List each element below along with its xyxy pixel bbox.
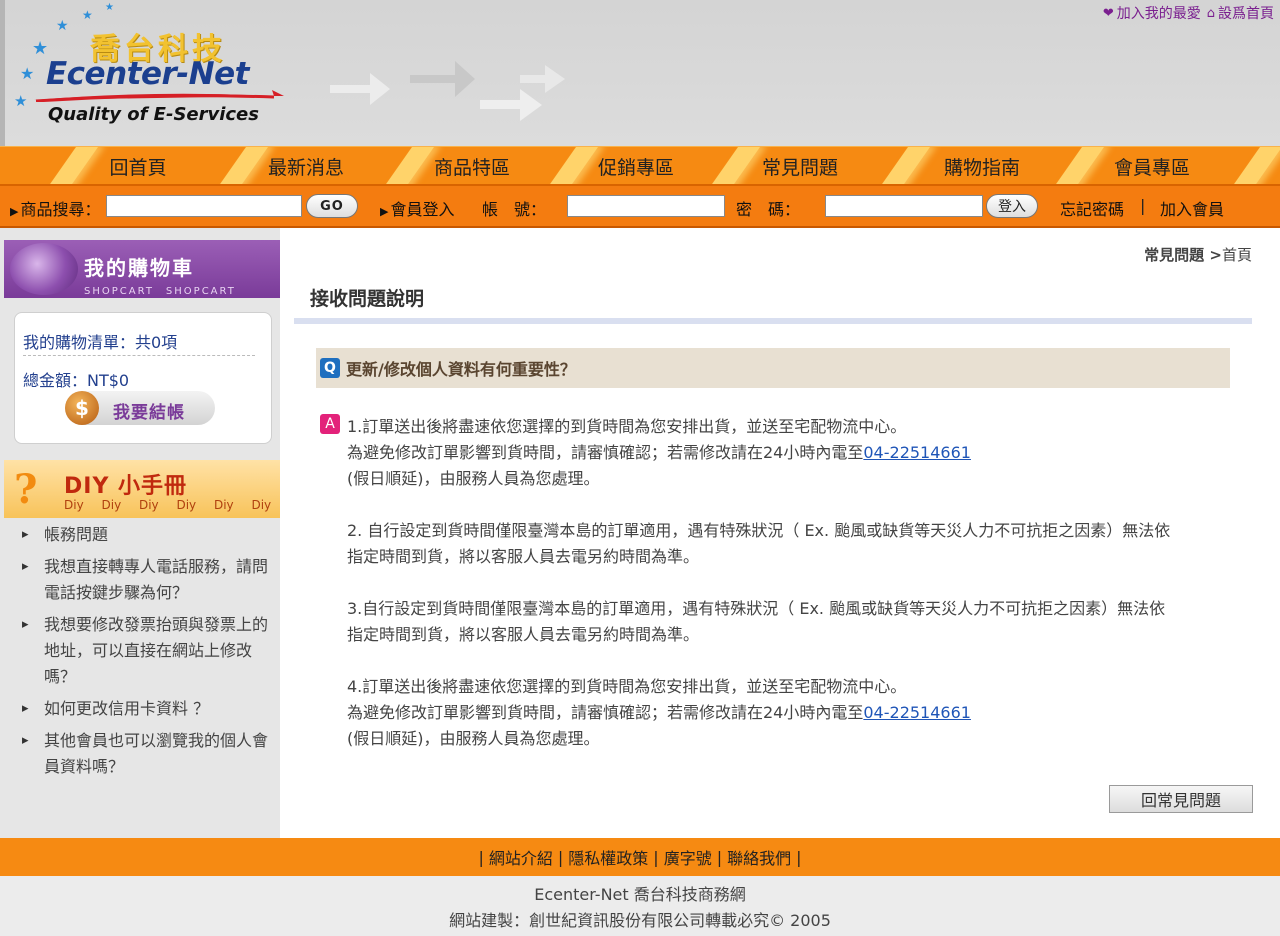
answer-paragraph-2: 2. 自行設定到貨時間僅限臺灣本島的訂單適用，遇有特殊狀況（ Ex. 颱風或缺貨… — [347, 521, 1171, 566]
home-icon: ⌂ — [1206, 5, 1215, 21]
sidebar: 我的購物車 SHOPCART SHOPCART 我的購物清單：共0項 總金額：N… — [0, 228, 280, 838]
breadcrumb: 常見問題 >首頁 — [1144, 244, 1252, 265]
search-login-bar: ▶ 商品搜尋： GO ▶ 會員登入 帳 號： 密 碼： 登入 忘記密碼 | 加入會員 — [0, 184, 1280, 228]
diy-handbook-header: ? DIY 小手冊 Diy Diy Diy Diy Diy Diy — [4, 460, 280, 518]
nav-divider — [1230, 147, 1280, 185]
cart-total: 總金額：NT$0 — [23, 371, 130, 390]
add-favorite-link[interactable]: ❤ 加入我的最愛 — [1103, 3, 1201, 23]
bar-separator: | — [1140, 196, 1146, 215]
site-name-line: Ecenter-Net 喬台科技商務網 — [534, 885, 746, 904]
nav-shopping-guide[interactable]: 購物指南 — [934, 147, 1030, 185]
answer-paragraph-3: 3.自行設定到貨時間僅限臺灣本島的訂單適用，遇有特殊狀況（ Ex. 颱風或缺貨等… — [347, 599, 1166, 644]
nav-products[interactable]: 商品特區 — [424, 147, 520, 185]
footer-link-about[interactable]: 網站介紹 — [489, 845, 553, 869]
checkout-button[interactable]: $ 我要結帳 — [65, 391, 215, 425]
faq-link-phone-service[interactable]: 我想直接轉專人電話服務，請問電話按鍵步驟為何？ — [22, 554, 272, 606]
login-button[interactable]: 登入 — [986, 194, 1038, 218]
copyright-block: Ecenter-Net 喬台科技商務網 網站建製：創世紀資訊股份有限公司轉載必究… — [0, 876, 1280, 936]
star-icon: ★ — [105, 2, 114, 13]
top-links: ❤ 加入我的最愛 ⌂ 設爲首頁 — [1103, 3, 1274, 23]
password-input[interactable] — [825, 195, 983, 217]
answer-badge-icon: A — [320, 414, 340, 434]
star-icon: ★ — [20, 64, 35, 83]
footer-link-privacy[interactable]: 隱私權政策 — [568, 845, 648, 869]
back-to-faq-button[interactable]: 回常見問題 — [1109, 785, 1253, 813]
diy-title: DIY 小手冊 — [64, 474, 188, 499]
phone-link[interactable]: 04-22514661 — [863, 703, 971, 722]
faq-link-billing[interactable]: 帳務問題 — [22, 522, 272, 548]
footer-separator: | — [557, 847, 564, 867]
site-header: ★ ★ ★ ★ ★ ★ 喬台科技 Ecenter-Net Quality of … — [0, 0, 1280, 146]
nav-promotions[interactable]: 促銷專區 — [588, 147, 684, 185]
main-nav: 回首頁 最新消息 商品特區 促銷專區 常見問題 購物指南 會員專區 — [0, 146, 1280, 185]
add-favorite-label: 加入我的最愛 — [1116, 6, 1201, 22]
faq-link-list: 帳務問題 我想直接轉專人電話服務，請問電話按鍵步驟為何？ 我想要修改發票抬頭與發… — [22, 522, 272, 786]
password-label: 密 碼： — [736, 200, 801, 219]
account-input[interactable] — [567, 195, 725, 217]
member-login-label: ▶ 會員登入 — [380, 200, 455, 219]
faq-link-privacy[interactable]: 其他會員也可以瀏覽我的個人會員資料嗎？ — [22, 728, 272, 780]
cart-list-count[interactable]: 我的購物清單：共0項 — [23, 329, 177, 353]
decorative-arrows — [330, 61, 565, 121]
shopcart-subtitle: SHOPCART SHOPCART — [84, 286, 236, 297]
logo-english-name: Ecenter-Net — [46, 56, 249, 92]
shopcart-header: 我的購物車 SHOPCART SHOPCART — [4, 240, 280, 298]
page-title: 接收問題說明 — [310, 288, 425, 310]
answer-body: 1.訂單送出後將盡速依您選擇的到貨時間為您安排出貨，並送至宅配物流中心。 為避免… — [347, 414, 1247, 778]
star-icon: ★ — [14, 92, 28, 110]
product-search-input[interactable] — [106, 195, 302, 217]
set-homepage-link[interactable]: ⌂ 設爲首頁 — [1207, 3, 1274, 23]
diy-subtitle: Diy Diy Diy Diy Diy Diy — [64, 498, 272, 512]
main-content: 常見問題 >首頁 接收問題說明 Q 更新/修改個人資料有何重要性？ A 1.訂單… — [280, 228, 1280, 838]
join-member-link[interactable]: 加入會員 — [1160, 196, 1224, 220]
account-label: 帳 號： — [482, 200, 547, 219]
dollar-coin-icon: $ — [65, 391, 99, 425]
phone-link[interactable]: 04-22514661 — [863, 443, 971, 462]
title-divider — [294, 318, 1252, 324]
nav-news[interactable]: 最新消息 — [258, 147, 354, 185]
logo-swoosh — [34, 90, 284, 102]
shopcart-summary: 我的購物清單：共0項 總金額：NT$0 $ 我要結帳 — [14, 312, 272, 444]
question-mark-icon: ? — [14, 466, 38, 513]
footer-separator: | — [653, 847, 659, 867]
breadcrumb-home[interactable]: 首頁 — [1222, 246, 1252, 264]
set-homepage-label: 設爲首頁 — [1218, 6, 1274, 22]
footer-separator: | — [716, 847, 723, 867]
footer-link-ad-license[interactable]: 廣字號 — [664, 845, 712, 869]
go-button[interactable]: GO — [306, 194, 358, 218]
nav-divider — [878, 147, 932, 185]
site-logo[interactable]: ★ ★ ★ ★ ★ ★ 喬台科技 Ecenter-Net Quality of … — [10, 0, 290, 140]
question-bar: Q 更新/修改個人資料有何重要性？ — [316, 348, 1230, 388]
nav-faq[interactable]: 常見問題 — [752, 147, 848, 185]
question-text: 更新/修改個人資料有何重要性？ — [346, 360, 576, 379]
nav-divider — [1052, 147, 1106, 185]
question-badge-icon: Q — [320, 358, 340, 378]
logo-tagline: Quality of E-Services — [48, 104, 259, 125]
search-label: ▶ 商品搜尋： — [10, 200, 101, 219]
frame-edge — [0, 0, 5, 146]
heart-icon: ❤ — [1102, 5, 1114, 21]
nav-home[interactable]: 回首頁 — [90, 147, 186, 185]
forgot-password-link[interactable]: 忘記密碼 — [1060, 196, 1124, 220]
copyright-line: 網站建製：創世紀資訊股份有限公司轉載必究© 2005 — [449, 911, 831, 930]
dashed-divider — [23, 355, 255, 356]
star-icon: ★ — [56, 18, 69, 34]
star-icon: ★ — [82, 8, 93, 22]
shopcart-icon — [10, 243, 78, 295]
faq-link-credit-card[interactable]: 如何更改信用卡資料 ？ — [22, 696, 272, 722]
faq-link-invoice[interactable]: 我想要修改發票抬頭與發票上的地址，可以直接在網站上修改嗎？ — [22, 612, 272, 690]
shopcart-title: 我的購物車 — [84, 256, 194, 280]
nav-member-area[interactable]: 會員專區 — [1104, 147, 1200, 185]
answer-paragraph-4: 4.訂單送出後將盡速依您選擇的到貨時間為您安排出貨，並送至宅配物流中心。 為避免… — [347, 677, 971, 748]
breadcrumb-separator: > — [1204, 246, 1222, 264]
footer-separator: | — [796, 847, 802, 867]
footer-separator: | — [478, 847, 484, 867]
breadcrumb-current: 常見問題 — [1144, 246, 1205, 264]
footer-link-contact[interactable]: 聯絡我們 — [727, 845, 791, 869]
answer-paragraph-1: 1.訂單送出後將盡速依您選擇的到貨時間為您安排出貨，並送至宅配物流中心。 為避免… — [347, 417, 971, 488]
footer-links: | 網站介紹 | 隱私權政策 | 廣字號 | 聯絡我們 | — [0, 838, 1280, 876]
checkout-label: 我要結帳 — [113, 403, 185, 423]
